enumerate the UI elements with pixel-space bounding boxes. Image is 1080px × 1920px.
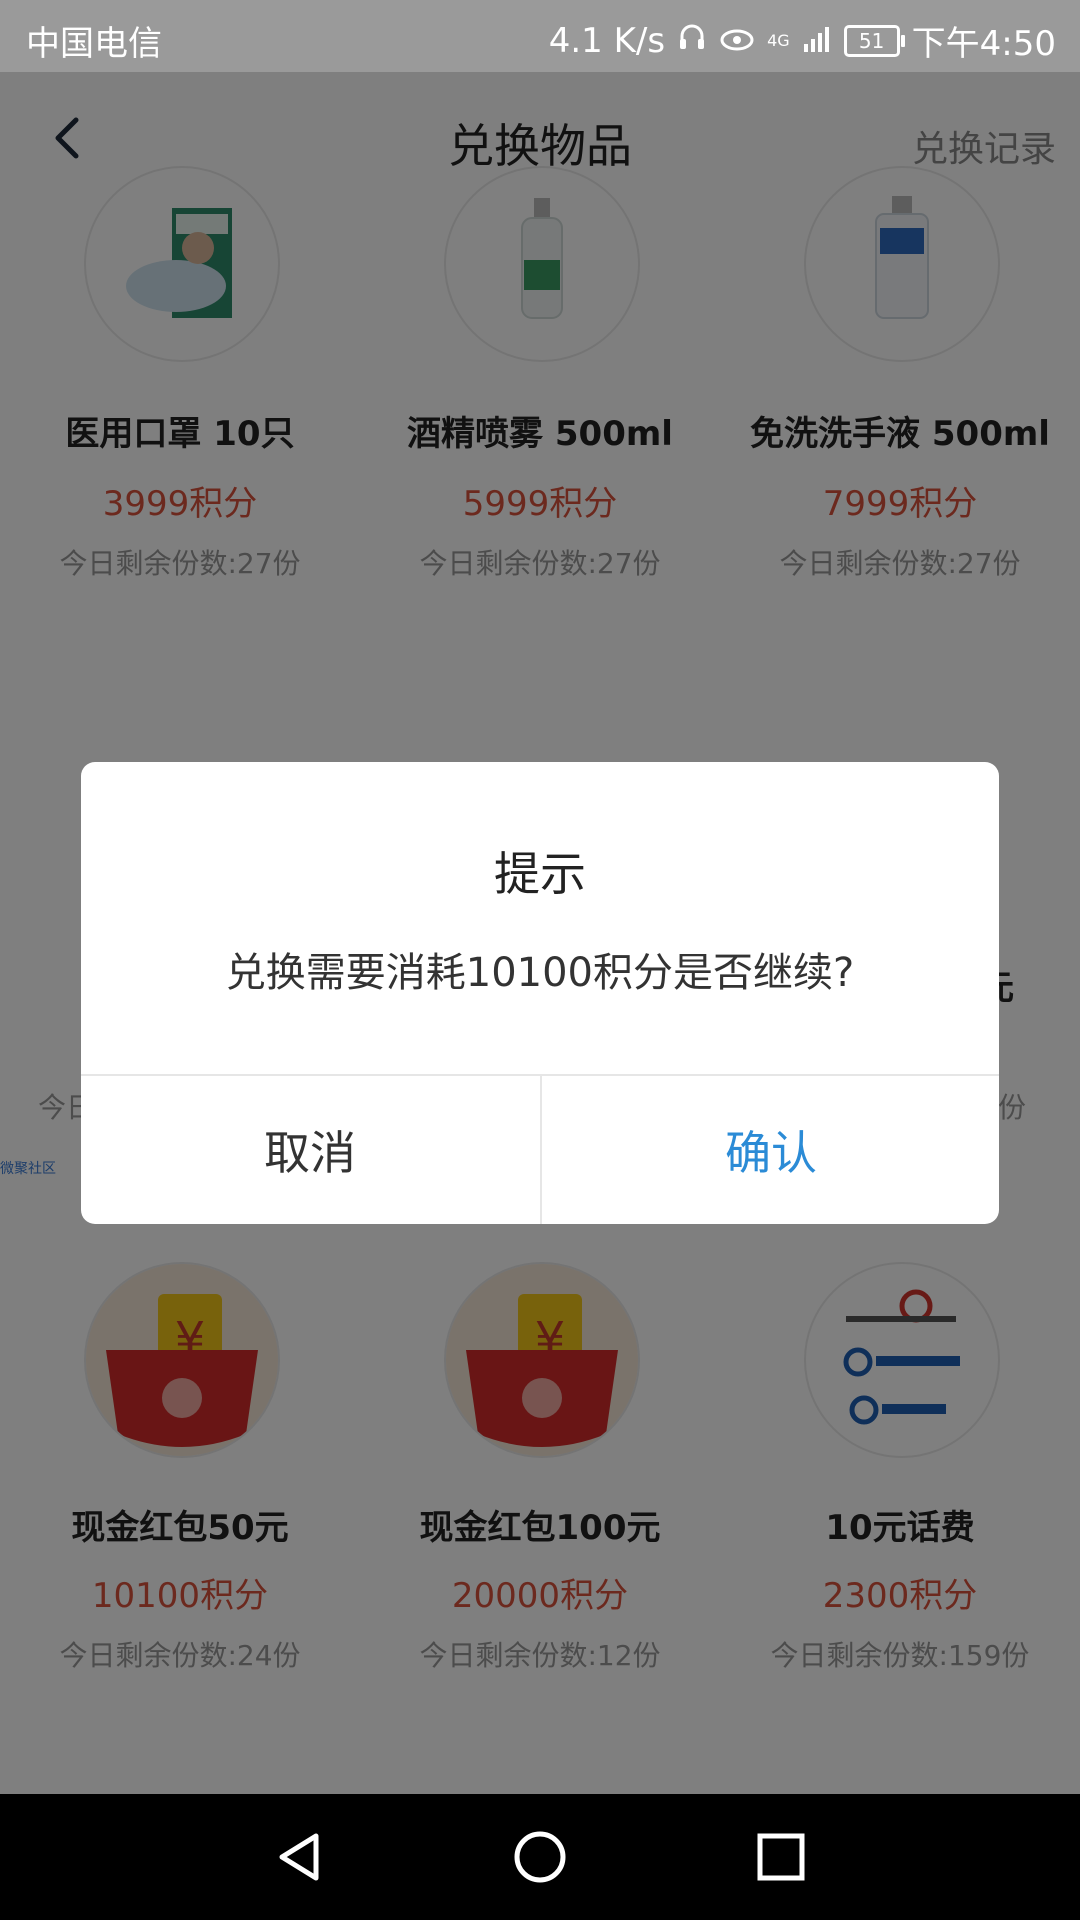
signal-icon [802,21,832,61]
network-type: 4G [767,31,790,50]
dialog-title: 提示 [494,847,586,901]
modal-overlay[interactable]: 提示 兑换需要消耗10100积分是否继续? 取消 确认 [0,72,1080,1794]
cancel-button[interactable]: 取消 [81,1076,539,1224]
recents-nav-icon[interactable] [752,1828,810,1886]
back-nav-icon[interactable] [270,1828,328,1886]
status-right: 4.1 K/s 4G 51 下午4:50 [549,16,1056,65]
headphone-icon [677,21,707,61]
carrier-name: 中国电信 [26,24,162,64]
status-bar: 中国电信 4.1 K/s 4G 51 下午4:50 [0,0,1080,72]
clock: 下午4:50 [911,24,1056,64]
confirm-dialog: 提示 兑换需要消耗10100积分是否继续? 取消 确认 [81,762,999,1224]
system-nav-bar [0,1794,1080,1920]
eye-icon [719,21,755,61]
confirm-button[interactable]: 确认 [542,1076,999,1224]
dialog-message: 兑换需要消耗10100积分是否继续? [225,950,855,996]
network-speed: 4.1 K/s [548,20,666,61]
battery-icon: 51 [843,24,905,57]
home-nav-icon[interactable] [511,1828,569,1886]
